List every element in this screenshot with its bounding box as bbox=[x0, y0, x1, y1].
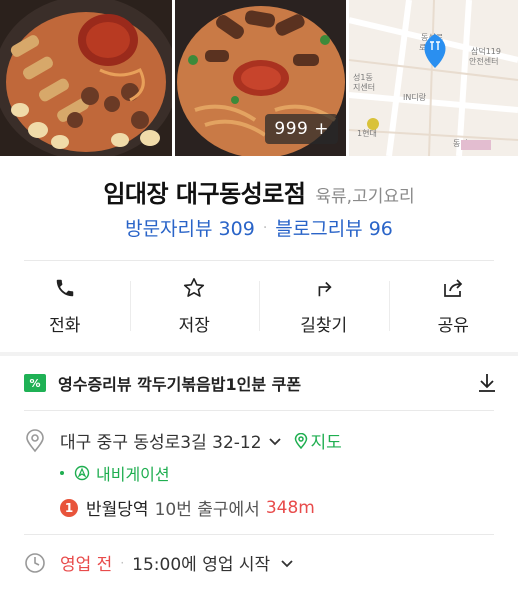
map-image: 동성로 로데오 삼덕119 안전센터 성1동 지센터 IN디랑 1현대 동명 bbox=[349, 0, 518, 156]
blog-review-link[interactable]: 블로그리뷰 96 bbox=[275, 214, 393, 241]
address-text[interactable]: 대구 중구 동성로3길 32-12 bbox=[60, 428, 262, 453]
coupon-row[interactable]: % 영수증리뷰 깍두기볶음밥1인분 쿠폰 bbox=[24, 368, 499, 398]
star-icon bbox=[181, 275, 207, 301]
svg-text:성1동: 성1동 bbox=[353, 73, 373, 82]
svg-text:지센터: 지센터 bbox=[353, 82, 375, 92]
navigation-link[interactable]: 내비게이션 bbox=[60, 461, 170, 485]
svg-text:삼덕119: 삼덕119 bbox=[471, 46, 501, 56]
more-photos-badge[interactable]: 999 + bbox=[265, 114, 338, 144]
map-link-label: 지도 bbox=[310, 433, 342, 453]
call-button[interactable]: 전화 bbox=[0, 275, 130, 345]
chevron-down-icon[interactable] bbox=[280, 556, 294, 570]
share-icon bbox=[440, 275, 466, 301]
clock-icon bbox=[24, 552, 46, 574]
map-pin-icon bbox=[294, 432, 307, 449]
photo-gallery[interactable]: 999 + 동성로 로데오 삼덕119 안전센터 성1동 지센터 IN디랑 bbox=[0, 0, 518, 156]
navigation-icon bbox=[74, 465, 90, 481]
coupon-icon: % bbox=[24, 374, 46, 392]
share-button[interactable]: 공유 bbox=[388, 275, 518, 345]
place-category: 육류,고기요리 bbox=[315, 187, 415, 207]
section-separator bbox=[0, 352, 518, 356]
coupon-text: 영수증리뷰 깍두기볶음밥1인분 쿠폰 bbox=[58, 375, 302, 394]
share-label: 공유 bbox=[437, 316, 469, 336]
download-icon[interactable] bbox=[475, 371, 499, 395]
divider bbox=[24, 410, 494, 411]
directions-icon bbox=[311, 275, 337, 301]
save-label: 저장 bbox=[178, 316, 210, 336]
food-image-1 bbox=[0, 0, 172, 156]
directions-button[interactable]: 길찾기 bbox=[259, 275, 389, 345]
action-bar: 전화 저장 길찾기 공유 bbox=[0, 275, 518, 345]
call-label: 전화 bbox=[49, 316, 81, 336]
divider bbox=[24, 260, 494, 261]
food-photo-2[interactable]: 999 + bbox=[175, 0, 346, 156]
svg-text:1현대: 1현대 bbox=[357, 129, 377, 138]
food-photo-1[interactable] bbox=[0, 0, 172, 156]
map-link[interactable]: 지도 bbox=[294, 428, 342, 453]
station-exit: 10번 출구에서 bbox=[154, 500, 260, 520]
business-hours-row[interactable]: 영업 전 · 15:00에 영업 시작 bbox=[24, 550, 294, 575]
subway-line-badge: 1 bbox=[60, 498, 78, 517]
business-status: 영업 전 bbox=[60, 555, 113, 575]
station-name: 반월당역 bbox=[86, 500, 149, 520]
subway-info: 1 반월당역 10번 출구에서 348m bbox=[60, 495, 315, 520]
place-header: 임대장 대구동성로점 육류,고기요리 bbox=[0, 174, 518, 209]
location-pin-icon bbox=[24, 428, 46, 453]
map-thumbnail[interactable]: 동성로 로데오 삼덕119 안전센터 성1동 지센터 IN디랑 1현대 동명 bbox=[349, 0, 518, 156]
separator-dot: · bbox=[120, 555, 125, 570]
business-hours-text: 15:00에 영업 시작 bbox=[132, 555, 271, 575]
bullet-dot bbox=[60, 471, 64, 475]
review-summary: 방문자리뷰 309 · 블로그리뷰 96 bbox=[0, 214, 518, 241]
station-distance: 348m bbox=[265, 497, 315, 518]
divider bbox=[24, 534, 494, 535]
phone-icon bbox=[52, 275, 78, 301]
address-row: 대구 중구 동성로3길 32-12 지도 bbox=[24, 428, 499, 453]
place-name: 임대장 대구동성로점 bbox=[103, 180, 306, 208]
visitor-review-link[interactable]: 방문자리뷰 309 bbox=[125, 214, 255, 241]
svg-text:IN디랑: IN디랑 bbox=[403, 92, 427, 102]
svg-text:안전센터: 안전센터 bbox=[469, 56, 498, 66]
chevron-down-icon[interactable] bbox=[268, 434, 282, 448]
navigation-label: 내비게이션 bbox=[96, 465, 170, 484]
directions-label: 길찾기 bbox=[300, 316, 348, 336]
save-button[interactable]: 저장 bbox=[129, 275, 260, 345]
separator-dot: · bbox=[262, 219, 268, 236]
